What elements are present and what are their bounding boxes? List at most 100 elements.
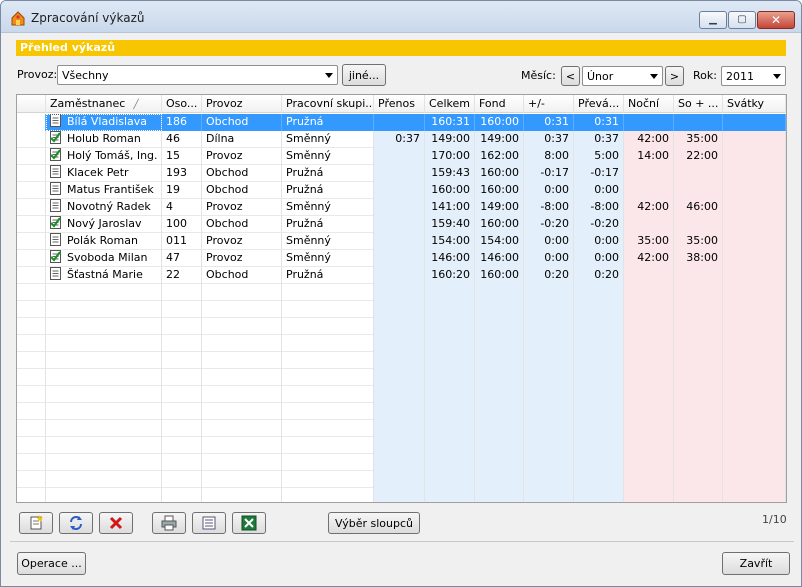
column-header[interactable]: Svátky bbox=[723, 95, 786, 113]
provoz-select[interactable]: Všechny bbox=[57, 65, 338, 85]
cell-text: Pružná bbox=[286, 217, 324, 230]
cell-text: 160:00 bbox=[480, 183, 519, 196]
column-header[interactable]: Fond bbox=[475, 95, 524, 113]
empty-cell bbox=[202, 488, 282, 502]
delete-button[interactable] bbox=[99, 512, 133, 534]
empty-row bbox=[17, 352, 786, 369]
cell-text: Pružná bbox=[286, 115, 324, 128]
cell-text: 47 bbox=[166, 251, 180, 264]
other-provoz-button[interactable]: jiné... bbox=[342, 64, 386, 86]
empty-cell bbox=[475, 369, 524, 386]
column-header[interactable]: Převá... bbox=[574, 95, 624, 113]
empty-cell bbox=[624, 318, 674, 335]
empty-cell bbox=[202, 318, 282, 335]
table-row[interactable]: Polák Roman 011 Provoz Směnný 154:00 154:00 0:… bbox=[17, 233, 786, 250]
column-header[interactable]: Zaměstnanec ╱ bbox=[46, 95, 162, 113]
next-month-button[interactable]: > bbox=[665, 66, 684, 86]
cell-nocni: 42:00 bbox=[624, 199, 674, 216]
table-row[interactable]: Holý Tomáš, Ing. 15 Provoz Směnný 170:00 162:… bbox=[17, 148, 786, 165]
empty-cell bbox=[674, 386, 723, 403]
cell-text: Polák Roman bbox=[67, 234, 138, 247]
empty-cell bbox=[475, 403, 524, 420]
new-report-button[interactable] bbox=[19, 512, 53, 534]
close-window-button[interactable]: ✕ bbox=[757, 11, 795, 29]
empty-cell bbox=[674, 454, 723, 471]
maximize-button[interactable]: ▢ bbox=[728, 11, 756, 29]
column-header[interactable]: Celkem bbox=[425, 95, 475, 113]
table-row[interactable]: Matus František 19 Obchod Pružná 160:00 160:0… bbox=[17, 182, 786, 199]
cell-text: 149:00 bbox=[480, 200, 519, 213]
empty-cell bbox=[524, 335, 574, 352]
column-header-label: Fond bbox=[479, 97, 506, 110]
maximize-icon: ▢ bbox=[737, 14, 747, 25]
column-header[interactable]: Pracovní skupi... bbox=[282, 95, 374, 113]
column-selection-button[interactable]: Výběr sloupců bbox=[328, 512, 420, 534]
column-header[interactable]: So + ... bbox=[674, 95, 723, 113]
minimize-button[interactable]: ▁ bbox=[699, 11, 727, 29]
empty-cell bbox=[723, 301, 786, 318]
cell-text: Pružná bbox=[286, 268, 324, 281]
empty-cell bbox=[524, 284, 574, 301]
table-row[interactable]: Nový Jaroslav 100 Obchod Pružná 159:40 160:00… bbox=[17, 216, 786, 233]
divider bbox=[10, 541, 794, 542]
empty-cell bbox=[425, 488, 475, 502]
year-select[interactable]: 2011 bbox=[721, 66, 786, 86]
table-row[interactable]: Svoboda Milan 47 Provoz Směnný 146:00 146:00 0… bbox=[17, 250, 786, 267]
cell-prenos bbox=[374, 148, 425, 165]
table-row[interactable]: Šťastná Marie 22 Obchod Pružná 160:20 160:00 0… bbox=[17, 267, 786, 284]
cell-text: 160:00 bbox=[480, 217, 519, 230]
cell-name: Klacek Petr bbox=[46, 165, 162, 182]
empty-cell bbox=[282, 284, 374, 301]
cell-provoz: Obchod bbox=[202, 216, 282, 233]
cell-prevod: 0:31 bbox=[574, 114, 624, 131]
cell-svatky bbox=[723, 250, 786, 267]
empty-cell bbox=[17, 352, 46, 369]
cell-text: 35:00 bbox=[637, 234, 669, 247]
print-button[interactable] bbox=[152, 512, 186, 534]
table-row[interactable]: Novotný Radek 4 Provoz Směnný 141:00 149:00 -8… bbox=[17, 199, 786, 216]
column-header-label: Převá... bbox=[578, 97, 620, 110]
empty-cell bbox=[723, 420, 786, 437]
column-header[interactable]: +/- bbox=[524, 95, 574, 113]
provoz-select-value: Všechny bbox=[62, 69, 109, 82]
cell-fond: 160:00 bbox=[475, 165, 524, 182]
empty-cell bbox=[524, 369, 574, 386]
column-header[interactable]: Provoz bbox=[202, 95, 282, 113]
previous-month-button[interactable]: < bbox=[561, 66, 580, 86]
empty-cell bbox=[202, 352, 282, 369]
operations-button[interactable]: Operace ... bbox=[17, 552, 86, 575]
empty-cell bbox=[282, 335, 374, 352]
refresh-button[interactable] bbox=[59, 512, 93, 534]
cell-text: 14:00 bbox=[637, 149, 669, 162]
empty-cell bbox=[46, 352, 162, 369]
empty-cell bbox=[162, 284, 202, 301]
cell-diff: 0:00 bbox=[524, 250, 574, 267]
cell-text: 0:37 bbox=[594, 132, 619, 145]
table-row[interactable]: Bílá Vladislava 186 Obchod Pružná 160:31 160:… bbox=[17, 114, 786, 131]
column-header[interactable]: Noční bbox=[624, 95, 674, 113]
cell-text: -8:00 bbox=[540, 200, 569, 213]
cell-text: 8:00 bbox=[544, 149, 569, 162]
cell-celkem: 146:00 bbox=[425, 250, 475, 267]
column-header[interactable]: Oso... bbox=[162, 95, 202, 113]
list-view-button[interactable] bbox=[192, 512, 226, 534]
month-select[interactable]: Únor bbox=[582, 66, 663, 86]
empty-cell bbox=[425, 318, 475, 335]
title-bar[interactable]: Zpracování výkazů ▁ ▢ ✕ bbox=[1, 1, 801, 33]
export-excel-button[interactable] bbox=[232, 512, 266, 534]
cell-id: 15 bbox=[162, 148, 202, 165]
table-row[interactable]: Klacek Petr 193 Obchod Pružná 159:43 160:00 -0… bbox=[17, 165, 786, 182]
cell-text: 0:00 bbox=[544, 251, 569, 264]
cell-name: Matus František bbox=[46, 182, 162, 199]
document-icon bbox=[50, 233, 61, 246]
cell-provoz: Provoz bbox=[202, 148, 282, 165]
cell-text: Pružná bbox=[286, 166, 324, 179]
close-button[interactable]: Zavřít bbox=[722, 552, 790, 575]
empty-cell bbox=[574, 420, 624, 437]
cell-name: Holý Tomáš, Ing. bbox=[46, 148, 162, 165]
reports-table[interactable]: Zaměstnanec ╱ Oso... Provoz Pracovní skupi..… bbox=[16, 94, 787, 503]
empty-cell bbox=[46, 471, 162, 488]
column-header[interactable]: Přenos bbox=[374, 95, 425, 113]
window-title: Zpracování výkazů bbox=[31, 11, 145, 25]
table-row[interactable]: Holub Roman 46 Dílna Směnný 0:37 149:00 149:00… bbox=[17, 131, 786, 148]
